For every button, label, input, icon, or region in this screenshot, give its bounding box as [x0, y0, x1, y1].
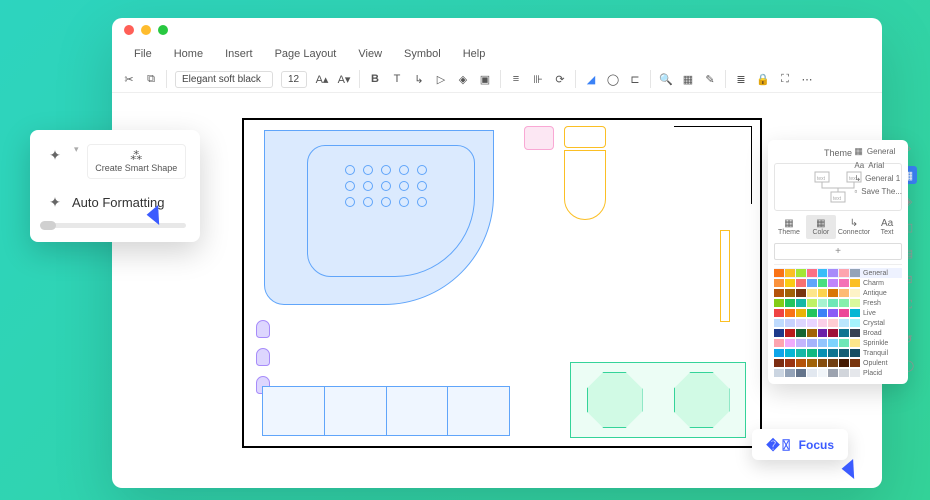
bathtub[interactable]	[264, 130, 494, 305]
scheme-opulent[interactable]: Opulent	[774, 358, 902, 368]
connector-icon[interactable]: ↳	[412, 72, 426, 86]
auto-formatting-button[interactable]: ✦ Auto Formatting	[44, 191, 186, 213]
tab-theme[interactable]: ▦Theme	[774, 215, 804, 239]
tab-color[interactable]: ▦Color	[806, 215, 836, 239]
opt-save[interactable]: ▫Save The...	[850, 185, 906, 198]
menu-home[interactable]: Home	[164, 44, 213, 64]
rotate-icon[interactable]: ⟳	[553, 72, 567, 86]
max-dot[interactable]	[158, 25, 168, 35]
door-arc[interactable]	[674, 126, 752, 204]
svg-text:text: text	[833, 196, 842, 202]
opt-font[interactable]: AaArial	[850, 159, 906, 172]
menu-view[interactable]: View	[348, 44, 392, 64]
menubar: File Home Insert Page Layout View Symbol…	[112, 42, 882, 66]
create-smart-shape-button[interactable]: ⁂ Create Smart Shape	[87, 144, 186, 179]
scheme-charm[interactable]: Charm	[774, 278, 902, 288]
text-tool-icon[interactable]: T	[390, 72, 404, 86]
focus-icon: �〿	[766, 435, 792, 454]
tab-connector[interactable]: ↳Connector	[838, 215, 870, 239]
font-size[interactable]: 12	[281, 71, 307, 88]
focus-button[interactable]: �〿 Focus	[752, 429, 848, 460]
toolbar: ✂ ⧉ Elegant soft black 12 A▴ A▾ B T ↳ ▷ …	[112, 66, 882, 93]
scheme-antique[interactable]: Antique	[774, 288, 902, 298]
titlebar	[112, 18, 882, 42]
cut-icon[interactable]: ✂	[122, 72, 136, 86]
font-select[interactable]: Elegant soft black	[175, 71, 273, 88]
crop-icon[interactable]: ⊏	[628, 72, 642, 86]
sink[interactable]	[524, 126, 554, 150]
scheme-general[interactable]: General	[774, 268, 902, 278]
menu-symbol[interactable]: Symbol	[394, 44, 451, 64]
chart-icon[interactable]: ≣	[734, 72, 748, 86]
lock-icon[interactable]: 🔒	[756, 72, 770, 86]
mirror[interactable]	[720, 230, 730, 322]
bold-icon[interactable]: B	[368, 72, 382, 86]
app-window: File Home Insert Page Layout View Symbol…	[112, 18, 882, 488]
menu-page-layout[interactable]: Page Layout	[265, 44, 347, 64]
menu-help[interactable]: Help	[453, 44, 496, 64]
scheme-live[interactable]: Live	[774, 308, 902, 318]
opt-connector[interactable]: ↳General 1	[850, 172, 906, 185]
sparkle-icon: ✦	[44, 191, 66, 213]
fill-icon[interactable]: ◢	[584, 72, 598, 86]
close-dot[interactable]	[124, 25, 134, 35]
scheme-tranquil[interactable]: Tranquil	[774, 348, 902, 358]
svg-text:text: text	[817, 176, 826, 182]
vanity[interactable]	[570, 362, 746, 438]
font-shrink-icon[interactable]: A▾	[337, 72, 351, 86]
group-icon[interactable]: ▣	[478, 72, 492, 86]
font-grow-icon[interactable]: A▴	[315, 72, 329, 86]
menu-insert[interactable]: Insert	[215, 44, 263, 64]
grid-icon[interactable]: ▦	[681, 72, 695, 86]
auto-format-popup: ✦ ▾ ⁂ Create Smart Shape ✦ Auto Formatti…	[30, 130, 200, 242]
resize-icon[interactable]: ⛶	[778, 72, 792, 86]
min-dot[interactable]	[141, 25, 151, 35]
toilet[interactable]	[560, 126, 610, 224]
opt-general[interactable]: ▦General	[850, 144, 906, 159]
zoom-icon[interactable]: 🔍	[659, 72, 673, 86]
scheme-placid[interactable]: Placid	[774, 368, 902, 378]
cabinet[interactable]	[262, 386, 510, 436]
tab-text[interactable]: AaText	[872, 215, 902, 239]
pointer-icon[interactable]: ▷	[434, 72, 448, 86]
copy-icon[interactable]: ⧉	[144, 72, 158, 86]
menu-file[interactable]: File	[124, 44, 162, 64]
align-icon[interactable]: ≡	[509, 72, 523, 86]
layers-icon[interactable]: ◈	[456, 72, 470, 86]
scheme-sprinkle[interactable]: Sprinkle	[774, 338, 902, 348]
scheme-broad[interactable]: Broad	[774, 328, 902, 338]
distribute-icon[interactable]: ⊪	[531, 72, 545, 86]
scheme-crystal[interactable]: Crystal	[774, 318, 902, 328]
more-icon[interactable]: ⋯	[800, 72, 814, 86]
sparkle-icon[interactable]: ✦	[44, 144, 66, 166]
format-slider[interactable]	[44, 223, 186, 228]
canvas[interactable]	[242, 118, 762, 448]
scheme-fresh[interactable]: Fresh	[774, 298, 902, 308]
pen-icon[interactable]: ✎	[703, 72, 717, 86]
theme-panel: Theme texttexttext ▦General AaArial ↳Gen…	[768, 140, 908, 384]
shape-icon[interactable]: ◯	[606, 72, 620, 86]
add-theme-button[interactable]: +	[774, 243, 902, 260]
